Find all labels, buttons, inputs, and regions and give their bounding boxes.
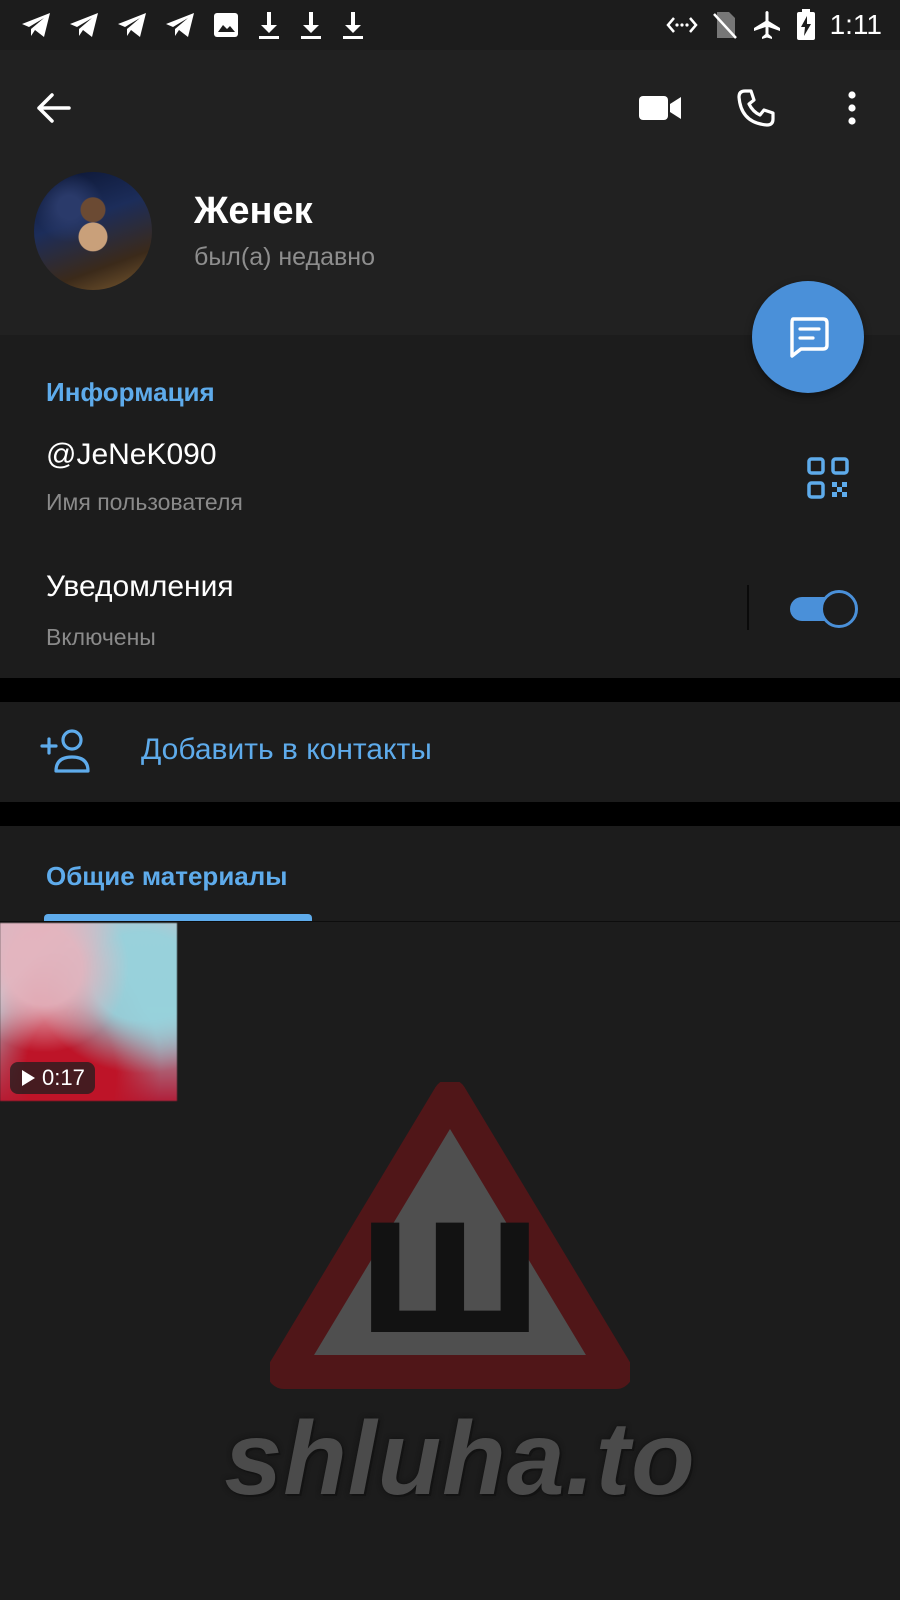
toggle-knob	[820, 590, 858, 628]
section-gap	[0, 678, 900, 702]
call-button[interactable]	[728, 80, 784, 136]
last-seen-status: был(а) недавно	[194, 243, 376, 271]
download-icon	[343, 12, 363, 39]
arrow-left-icon	[37, 93, 71, 123]
video-call-button[interactable]	[632, 80, 688, 136]
status-bar-system: 1:11	[665, 8, 882, 42]
telegram-icon	[118, 13, 146, 37]
no-sim-icon	[712, 12, 737, 39]
more-vertical-icon	[848, 91, 856, 125]
data-sync-icon	[665, 17, 698, 33]
video-duration: 0:17	[42, 1065, 85, 1090]
qr-code-button[interactable]	[806, 456, 850, 500]
video-camera-icon	[639, 96, 681, 120]
divider	[0, 921, 900, 922]
more-options-button[interactable]	[824, 80, 880, 136]
add-contact-row[interactable]	[0, 702, 900, 802]
section-title-info: Информация	[46, 377, 215, 407]
telegram-icon	[166, 13, 194, 37]
watermark-glyph: Ш	[357, 1194, 542, 1368]
airplane-icon	[753, 11, 780, 39]
username-label: Имя пользователя	[46, 489, 243, 515]
message-fab[interactable]	[752, 281, 864, 393]
notifications-label[interactable]: Уведомления	[46, 570, 234, 604]
watermark-text: shluha.to	[224, 1401, 696, 1517]
download-icon	[301, 12, 321, 39]
watermark-logo: Ш	[270, 1082, 630, 1389]
phone-icon	[737, 89, 775, 127]
avatar[interactable]	[34, 172, 152, 290]
message-icon	[790, 317, 829, 358]
back-button[interactable]	[26, 80, 82, 136]
video-duration-badge: 0:17	[10, 1062, 95, 1094]
tab-shared-media[interactable]: Общие материалы	[46, 861, 287, 892]
clock: 1:11	[829, 9, 882, 40]
download-icon	[259, 12, 279, 39]
add-contact-label[interactable]: Добавить в контакты	[141, 733, 432, 767]
section-gap	[0, 802, 900, 826]
add-contact-icon	[40, 727, 92, 775]
battery-charging-icon	[796, 9, 815, 40]
play-icon	[22, 1070, 35, 1086]
contact-name: Женек	[194, 190, 313, 232]
qr-code-icon	[807, 457, 849, 499]
username-value[interactable]: @JeNeK090	[46, 438, 217, 472]
notifications-toggle[interactable]	[790, 590, 858, 628]
divider	[747, 585, 749, 630]
status-bar-notifications	[20, 8, 366, 42]
tab-indicator	[44, 914, 312, 921]
telegram-icon	[22, 13, 50, 37]
notifications-state: Включены	[46, 624, 156, 650]
image-icon	[214, 13, 238, 37]
telegram-icon	[70, 13, 98, 37]
